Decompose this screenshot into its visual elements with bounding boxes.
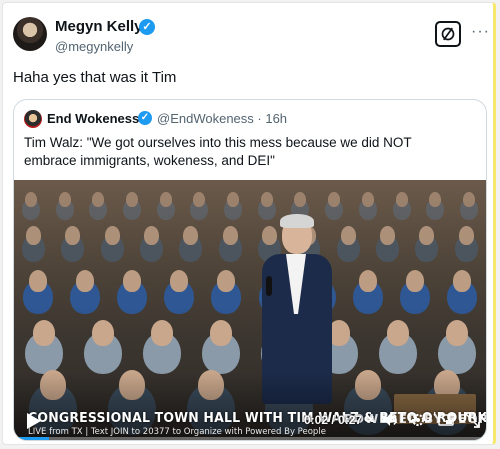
video-ticker: LIVE from TX | Text JOIN to 20377 to Org… (28, 427, 326, 437)
quoted-verified-badge-icon: ✓ (138, 111, 152, 125)
author-handle[interactable]: @megynkelly (55, 39, 133, 54)
tweet-card: Megyn Kelly ✓ @megynkelly ··· Haha yes t… (2, 2, 496, 445)
author-name[interactable]: Megyn Kelly (55, 18, 143, 35)
video-time: 0:02 / 0:27 (304, 413, 363, 427)
verified-badge-icon: ✓ (139, 19, 155, 35)
author-avatar[interactable] (13, 17, 47, 51)
crowd-row (14, 226, 486, 245)
more-icon[interactable]: ··· (471, 23, 490, 41)
video-progress-bar[interactable] (14, 437, 486, 440)
quoted-author-avatar[interactable] (24, 110, 42, 128)
speaker-hair (280, 214, 314, 228)
video-player[interactable]: CONGRESSIONAL TOWN HALL WITH TIM WALZ & … (14, 180, 486, 440)
video-progress-fill (14, 437, 49, 440)
crowd-background (14, 192, 486, 207)
tweet-text: Haha yes that was it Tim (13, 69, 177, 86)
picture-in-picture-icon[interactable] (438, 412, 454, 428)
quoted-author-name[interactable]: End Wokeness (47, 111, 139, 126)
volume-icon[interactable] (382, 412, 398, 428)
crowd-row (14, 270, 486, 292)
quoted-tweet-text: Tim Walz: "We got ourselves into this me… (24, 135, 412, 168)
crowd-row (14, 320, 486, 346)
quoted-author-meta: @EndWokeness · 16h (157, 111, 288, 126)
play-icon[interactable] (26, 412, 42, 430)
settings-icon[interactable] (410, 412, 426, 428)
quoted-tweet[interactable]: End Wokeness ✓ @EndWokeness · 16h Tim Wa… (13, 99, 487, 441)
microphone-icon (266, 276, 272, 296)
grok-icon[interactable] (435, 21, 461, 47)
fullscreen-icon[interactable] (464, 412, 480, 428)
